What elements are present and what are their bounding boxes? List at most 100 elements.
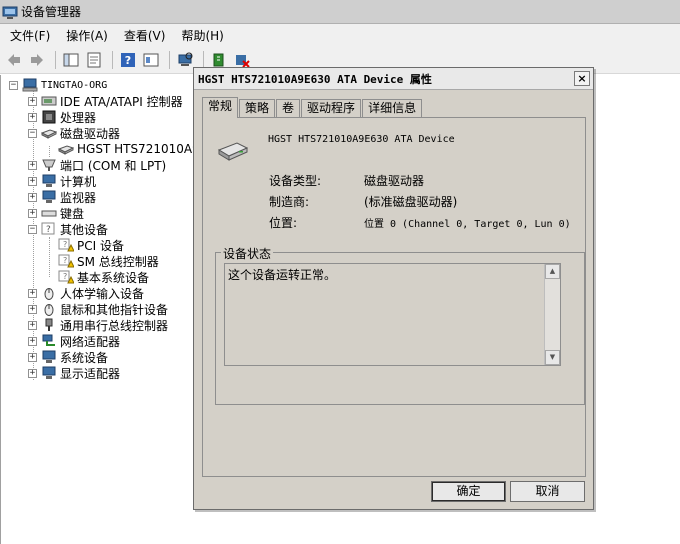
properties-icon[interactable] <box>84 50 104 70</box>
tree-item[interactable]: ? 基本系统设备 <box>44 269 149 285</box>
prop-value-location: 位置 0 (Channel 0, Target 0, Lun 0) <box>364 219 571 230</box>
device-status-legend: 设备状态 <box>221 245 274 262</box>
tree-item[interactable]: + 端口 (COM 和 LPT) <box>28 157 166 173</box>
display-adapter-icon <box>42 366 56 379</box>
tree-item[interactable]: + 通用串行总线控制器 <box>28 317 168 333</box>
window-title: 设备管理器 <box>21 5 82 19</box>
device-manager-icon <box>2 6 18 19</box>
general-tab-panel: HGST HTS721010A9E630 ATA Device 设备类型: 磁盘… <box>202 117 586 477</box>
forward-arrow-icon[interactable] <box>27 50 47 70</box>
prop-label-location: 位置: <box>269 216 298 230</box>
prop-label-device-type: 设备类型: <box>269 174 322 188</box>
menu-action[interactable]: 操作(A) <box>60 27 114 44</box>
collapse-icon[interactable]: − <box>9 80 18 90</box>
tree-item[interactable]: − 磁盘驱动器 <box>28 125 120 141</box>
tree-item-label: 键盘 <box>60 206 85 221</box>
monitor-icon <box>42 190 56 203</box>
tree-item[interactable]: + 计算机 <box>28 173 96 189</box>
expand-icon[interactable]: + <box>28 96 37 106</box>
tree-item[interactable]: ? PCI 设备 <box>44 237 124 253</box>
show-hide-tree-icon[interactable] <box>61 50 81 70</box>
help-icon[interactable]: ? <box>118 50 138 70</box>
tree-item[interactable]: + 人体学输入设备 <box>28 285 144 301</box>
warning-device-icon: ? <box>58 270 74 284</box>
tree-item-label: 端口 (COM 和 LPT) <box>60 158 167 173</box>
dialog-titlebar[interactable]: HGST HTS721010A9E630 ATA Device 属性 <box>194 68 593 90</box>
tree-item[interactable]: ? SM 总线控制器 <box>44 253 159 269</box>
status-scrollbar[interactable]: ▲ ▼ <box>544 264 560 365</box>
disk-drive-icon <box>217 142 249 161</box>
system-device-icon <box>42 350 56 363</box>
close-icon[interactable]: × <box>574 71 590 86</box>
menu-file[interactable]: 文件(F) <box>4 27 56 44</box>
tree-item-label: 鼠标和其他指针设备 <box>60 302 169 317</box>
expand-icon[interactable]: + <box>28 368 37 378</box>
network-icon <box>42 334 55 346</box>
svg-text:?: ? <box>63 240 67 249</box>
mouse-icon <box>44 304 54 316</box>
expand-icon[interactable]: + <box>28 112 37 122</box>
tree-item[interactable]: + 显示适配器 <box>28 365 120 381</box>
toolbar-divider <box>169 50 170 69</box>
prop-value-device-type: 磁盘驱动器 <box>364 174 425 188</box>
tree-item-label: PCI 设备 <box>77 238 124 253</box>
dialog-title: HGST HTS721010A9E630 ATA Device 属性 <box>198 72 432 86</box>
expand-icon[interactable]: + <box>28 208 37 218</box>
view-icon[interactable] <box>141 50 161 70</box>
back-arrow-icon[interactable] <box>4 50 24 70</box>
cancel-button[interactable]: 取消 <box>510 481 585 502</box>
tree-item[interactable]: + 鼠标和其他指针设备 <box>28 301 168 317</box>
disk-icon <box>58 145 74 155</box>
expand-icon[interactable]: + <box>28 288 37 298</box>
warning-device-icon: ? <box>58 254 74 268</box>
expand-icon[interactable]: + <box>28 352 37 362</box>
tree-item[interactable]: + 处理器 <box>28 109 96 125</box>
tab-general[interactable]: 常规 <box>202 97 239 118</box>
tree-item-label: IDE ATA/ATAPI 控制器 <box>60 94 183 109</box>
tree-item[interactable]: + IDE ATA/ATAPI 控制器 <box>28 93 183 109</box>
menu-bar: 文件(F) 操作(A) 查看(V) 帮助(H) <box>0 24 680 46</box>
unknown-device-icon: ? <box>41 222 55 235</box>
tree-item[interactable]: + 系统设备 <box>28 349 108 365</box>
device-status-text[interactable]: 这个设备运转正常。 ▲ ▼ <box>224 263 561 366</box>
computer-icon <box>42 174 56 187</box>
expand-icon[interactable]: + <box>28 304 37 314</box>
menu-view[interactable]: 查看(V) <box>118 27 172 44</box>
expand-icon[interactable]: + <box>28 320 37 330</box>
scan-hardware-icon[interactable] <box>175 50 195 70</box>
expand-icon[interactable]: + <box>28 336 37 346</box>
tree-item[interactable]: + 网络适配器 <box>28 333 120 349</box>
toolbar-divider <box>55 50 56 69</box>
tree-item-label: SM 总线控制器 <box>77 254 159 269</box>
tree-root[interactable]: − TINGTAO-ORG <box>9 77 107 93</box>
tab-volumes[interactable]: 卷 <box>276 99 301 118</box>
tab-policies[interactable]: 策略 <box>239 99 276 118</box>
warning-device-icon: ? <box>58 238 74 252</box>
computer-icon <box>22 78 38 92</box>
tree-item-label: 磁盘驱动器 <box>60 126 121 141</box>
tree-item-label: 监视器 <box>60 190 97 205</box>
expand-icon[interactable]: + <box>28 176 37 186</box>
tree-item[interactable]: −? 其他设备 <box>28 221 108 237</box>
port-icon <box>42 159 56 171</box>
svg-text:?: ? <box>46 225 51 235</box>
menu-help[interactable]: 帮助(H) <box>175 27 229 44</box>
collapse-icon[interactable]: − <box>28 128 37 138</box>
tree-item-label: 系统设备 <box>60 350 109 365</box>
scroll-down-icon[interactable]: ▼ <box>545 350 560 365</box>
expand-icon[interactable]: + <box>28 160 37 170</box>
scroll-up-icon[interactable]: ▲ <box>545 264 560 279</box>
tree-item-label: 其他设备 <box>60 222 109 237</box>
expand-icon[interactable]: + <box>28 192 37 202</box>
tab-driver[interactable]: 驱动程序 <box>301 99 362 118</box>
collapse-icon[interactable]: − <box>28 224 37 234</box>
ide-controller-icon <box>41 96 57 106</box>
properties-dialog: HGST HTS721010A9E630 ATA Device 属性 × 常规 … <box>193 67 594 510</box>
tab-details[interactable]: 详细信息 <box>362 99 423 118</box>
ok-button[interactable]: 确定 <box>431 481 506 502</box>
tree-item[interactable]: + 监视器 <box>28 189 96 205</box>
tree-item[interactable]: HGST HTS721010A9E6 <box>44 141 215 157</box>
processor-icon <box>42 110 56 124</box>
tree-item[interactable]: + 键盘 <box>28 205 84 221</box>
tree-root-label: TINGTAO-ORG <box>41 79 108 91</box>
